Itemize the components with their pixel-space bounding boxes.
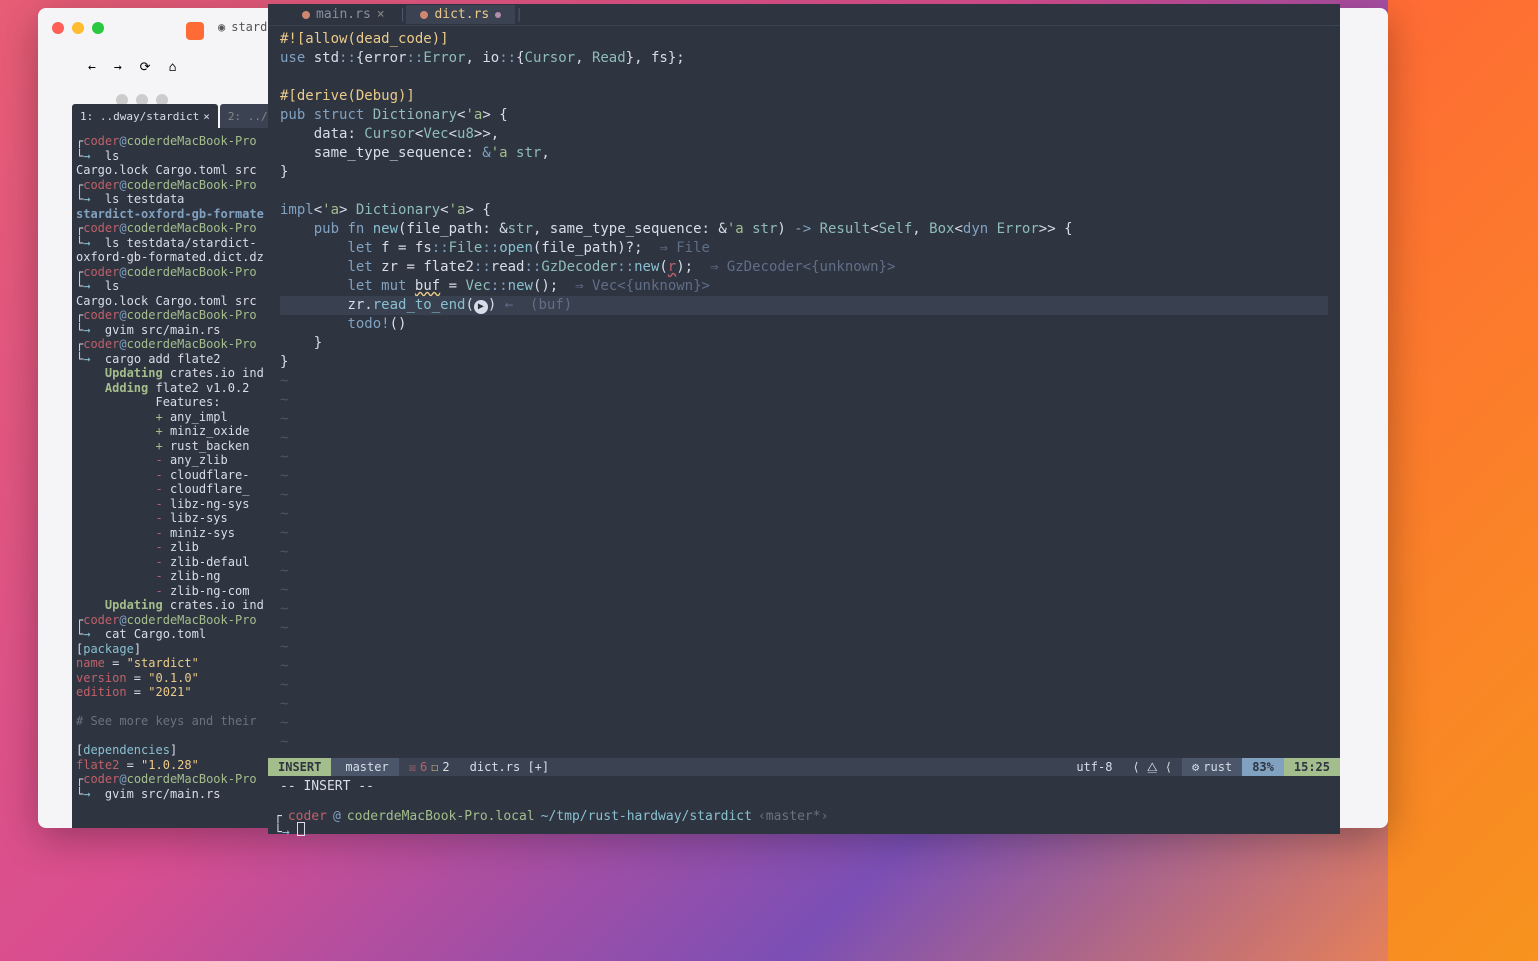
modified-dot-icon — [420, 11, 428, 19]
maximize-window-button[interactable] — [92, 22, 104, 34]
code-area[interactable]: #![allow(dead_code)] use std::{error::Er… — [268, 26, 1340, 756]
close-icon[interactable]: × — [377, 7, 385, 22]
editor-statusline: INSERT master ☒6 ☐2 dict.rs [+] utf-8 ⟨ … — [268, 758, 1340, 776]
encoding: utf-8 — [1066, 758, 1122, 776]
minimize-window-button[interactable] — [72, 22, 84, 34]
tmux-prompt[interactable]: ┌ coder@coderdeMacBook-Pro.local ~/tmp/r… — [274, 809, 834, 824]
home-icon[interactable]: ⌂ — [169, 60, 177, 75]
github-icon: ◉ — [218, 20, 225, 34]
code-line: #![allow(dead_code)] — [280, 31, 449, 47]
window-traffic-lights — [52, 22, 104, 34]
diagnostics[interactable]: ☒6 ☐2 — [399, 758, 460, 776]
filetype: ⚙ rust — [1182, 758, 1242, 776]
terminal-tab-1[interactable]: 1: ..dway/stardict × — [72, 104, 218, 128]
editor-tab-bar: main.rs × | dict.rs | — [268, 4, 1340, 26]
scroll-percent: 83% — [1242, 758, 1284, 776]
editor-window: main.rs × | dict.rs | #![allow(dead_code… — [268, 4, 1340, 834]
vim-cmdline: -- INSERT -- — [280, 779, 374, 794]
filename: dict.rs [+] — [460, 758, 1067, 776]
forward-icon[interactable]: → — [114, 60, 122, 75]
browser-nav: ← → ⟳ ⌂ — [88, 60, 176, 75]
cursor-block — [297, 822, 305, 836]
error-icon: ☒ — [409, 760, 416, 774]
cursor-position: 15:25 — [1284, 758, 1340, 776]
git-branch: master — [331, 758, 398, 776]
close-icon[interactable]: × — [203, 110, 210, 123]
terminal-pane[interactable]: ┌coder@coderdeMacBook-Pro └→ ls Cargo.lo… — [72, 128, 268, 828]
tab-label: dict.rs — [434, 7, 489, 22]
editor-tab-main[interactable]: main.rs × — [288, 5, 399, 24]
firefox-icon[interactable] — [186, 22, 204, 40]
close-window-button[interactable] — [52, 22, 64, 34]
sep-icons: ⟨ ⧋ ⟨ — [1122, 758, 1182, 776]
cursor-icon: ▶ — [474, 300, 488, 314]
modified-dot-icon — [302, 11, 310, 19]
rust-icon: ⚙ — [1192, 760, 1199, 774]
modified-indicator-icon — [495, 12, 501, 18]
mode-indicator: INSERT — [268, 758, 331, 776]
editor-tab-dict[interactable]: dict.rs — [406, 5, 515, 24]
tab-label: 1: ..dway/stardict — [80, 110, 199, 123]
tab-label: main.rs — [316, 7, 371, 22]
back-icon[interactable]: ← — [88, 60, 96, 75]
warning-icon: ☐ — [431, 760, 438, 774]
reload-icon[interactable]: ⟳ — [140, 60, 151, 75]
